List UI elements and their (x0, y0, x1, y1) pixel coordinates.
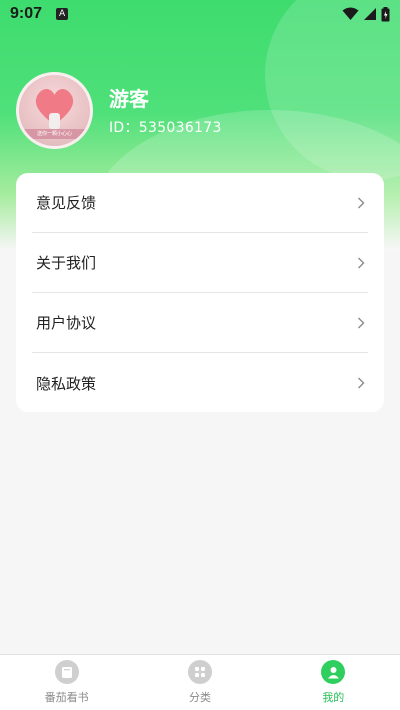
menu-item-label: 关于我们 (36, 254, 97, 272)
user-name: 游客 (109, 86, 149, 111)
avatar-caption: 送你一颗小心心 (19, 129, 90, 139)
status-time: 9:07 (10, 5, 43, 22)
menu-item-privacy-policy[interactable]: 隐私政策 (32, 353, 368, 413)
status-icons (342, 6, 390, 22)
chevron-right-icon (354, 256, 368, 270)
menu-item-feedback[interactable]: 意见反馈 (32, 173, 368, 233)
nav-item-bookshelf[interactable]: 番茄看书 (0, 655, 133, 710)
user-icon (321, 660, 346, 684)
book-icon (54, 660, 79, 684)
menu-item-about-us[interactable]: 关于我们 (32, 233, 368, 293)
settings-menu-card: 意见反馈 关于我们 用户协议 隐私政策 (16, 173, 384, 412)
menu-item-user-agreement[interactable]: 用户协议 (32, 293, 368, 353)
user-info: 游客 ID：535036173 (109, 85, 222, 137)
menu-item-label: 用户协议 (36, 314, 97, 332)
avatar[interactable]: 送你一颗小心心 (16, 72, 93, 149)
profile-section: 送你一颗小心心 游客 ID：535036173 (16, 72, 222, 149)
chevron-right-icon (354, 196, 368, 210)
grid-icon (187, 660, 212, 684)
notification-icon: A (56, 8, 69, 20)
wifi-icon (342, 7, 359, 20)
signal-icon (364, 8, 376, 20)
menu-item-label: 隐私政策 (36, 374, 97, 393)
nav-label: 番茄看书 (44, 691, 89, 704)
nav-label: 分类 (188, 691, 211, 704)
status-bar: 9:07 A (0, 0, 400, 28)
chevron-right-icon (354, 376, 368, 390)
menu-item-label: 意见反馈 (36, 194, 97, 212)
nav-item-mine[interactable]: 我的 (267, 655, 400, 710)
bottom-navigation: 番茄看书 分类 我的 (0, 654, 400, 710)
battery-icon (381, 6, 390, 21)
nav-item-category[interactable]: 分类 (133, 655, 266, 710)
nav-label: 我的 (322, 691, 345, 704)
chevron-right-icon (354, 316, 368, 330)
user-id: ID：535036173 (109, 119, 222, 136)
